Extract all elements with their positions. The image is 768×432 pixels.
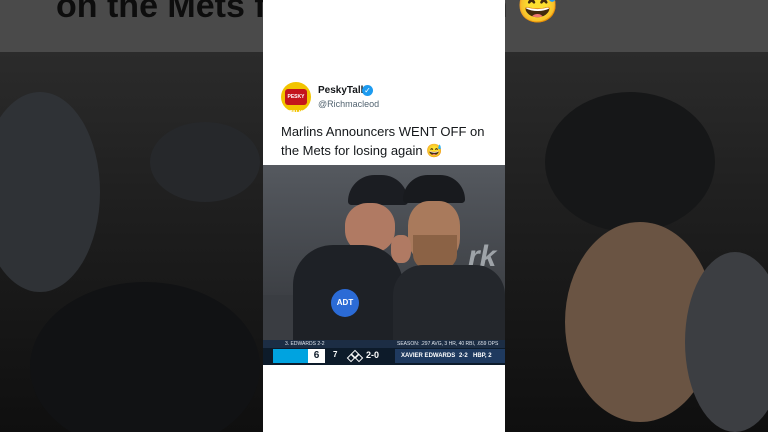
coach-hand [391,235,411,263]
tweet-card[interactable]: PESKY TALK PeskyTalk ✓ @Richmacleod Marl… [263,0,505,432]
scorebug: 3. EDWARDS 2-2 SEASON: .297 AVG, 3 HR, 4… [263,340,505,365]
tweet-text: Marlins Announcers WENT OFF on the Mets … [281,124,485,158]
batter-name: XAVIER EDWARDS [401,353,456,359]
ball-strike-count: 2-0 [366,350,380,360]
batter-stat: HBP, 2 SINGL [473,353,492,359]
away-score: 7 [333,350,338,359]
avatar-logo: PESKY TALK [285,89,307,112]
scorebug-main-row: 6 7 2-0 XAVIER EDWARDS 2-2 HBP, 2 SINGL [263,349,505,363]
scorebug-top-bar: 3. EDWARDS 2-2 SEASON: .297 AVG, 3 HR, 4… [263,340,505,348]
batter-box: XAVIER EDWARDS 2-2 HBP, 2 SINGL [395,349,505,363]
user-handle[interactable]: @Richmacleod [318,99,379,109]
avatar[interactable]: PESKY TALK [281,82,311,112]
background-right-panel [505,52,768,432]
user-display-name[interactable]: PeskyTalk [318,85,366,96]
batter-line: 2-2 [459,353,468,359]
scorebug-top-right: SEASON: .297 AVG, 3 HR, 40 RBI, .659 OPS [397,341,499,347]
background-shape [150,122,260,202]
background-shape [0,92,100,292]
home-score: 6 [308,349,325,363]
bases-icon [346,349,364,363]
adt-patch-icon: ADT [331,289,359,317]
verified-badge-icon: ✓ [362,85,373,96]
background-shape [545,92,715,232]
background-left-panel [0,52,263,432]
background-shape [30,282,260,432]
scorebug-top-left: 3. EDWARDS 2-2 [285,341,325,347]
video-frame[interactable]: rk ADT 3. EDWARDS 2-2 SEASON: .297 AVG, … [263,165,505,365]
